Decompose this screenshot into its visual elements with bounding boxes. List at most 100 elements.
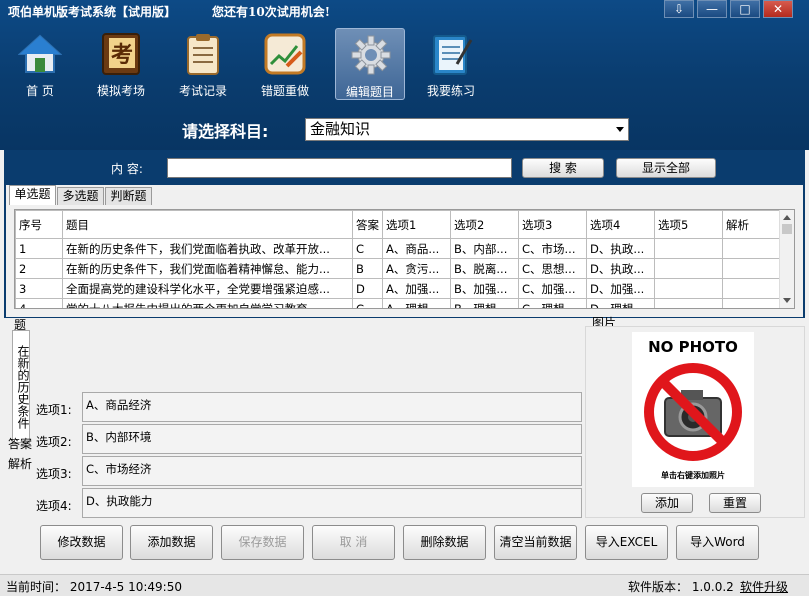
status-bar: 当前时间： 2017-4-5 10:49:50 软件版本： 1.0.0.2 软件… xyxy=(0,574,809,596)
search-label: 内 容: xyxy=(111,162,143,176)
tab-single-choice[interactable]: 单选题 xyxy=(9,185,56,205)
table-row[interactable]: 3 全面提高党的建设科学化水平，全党要增强紧迫感... D A、加强... B、… xyxy=(15,278,781,299)
gear-icon xyxy=(351,35,391,75)
column-header: 选项5 xyxy=(654,210,723,239)
table-row[interactable]: 1 在新的历史条件下，我们党面临着执政、改革开放... C A、商品... B、… xyxy=(15,238,781,259)
toolbar-exam-records[interactable]: 考试记录 xyxy=(168,28,238,100)
toolbar-edit-questions[interactable]: 编辑题目 xyxy=(335,28,405,100)
add-data-button[interactable]: 添加数据 xyxy=(130,525,213,560)
table-cell: A、商品... xyxy=(382,238,451,259)
show-all-button[interactable]: 显示全部 xyxy=(616,158,716,178)
column-header: 题目 xyxy=(62,210,353,239)
modify-data-button[interactable]: 修改数据 xyxy=(40,525,123,560)
toolbar-mock-exam-label: 模拟考场 xyxy=(96,84,145,98)
table-cell: B xyxy=(352,258,383,279)
import-excel-button[interactable]: 导入EXCEL xyxy=(585,525,668,560)
toolbar-home[interactable]: 首 页 xyxy=(5,28,75,100)
vertical-scrollbar[interactable] xyxy=(779,210,794,308)
toolbar-redo-wrong[interactable]: 错题重做 xyxy=(250,28,320,100)
answer-label: 答案 xyxy=(8,437,33,451)
clear-current-data-button[interactable]: 清空当前数据 xyxy=(494,525,577,560)
option2-label: 选项2: xyxy=(36,435,72,449)
scroll-up-icon[interactable] xyxy=(783,215,791,220)
software-upgrade-link[interactable]: 软件升级 xyxy=(740,578,788,595)
question-text-field[interactable]: 在新的历史条件 xyxy=(12,330,30,443)
table-cell: 在新的历史条件下，我们党面临着精神懈怠、能力... xyxy=(62,258,353,279)
column-header: 选项2 xyxy=(450,210,519,239)
option1-field[interactable]: A、商品经济 xyxy=(82,392,582,422)
table-cell xyxy=(722,298,781,308)
save-data-button[interactable]: 保存数据 xyxy=(221,525,304,560)
no-photo-camera-icon xyxy=(644,363,742,461)
table-cell: D、加强... xyxy=(586,278,655,299)
table-cell: C xyxy=(352,238,383,259)
subject-selected-value: 金融知识 xyxy=(310,120,371,138)
table-cell xyxy=(722,278,781,299)
software-version: 软件版本： 1.0.0.2 xyxy=(628,580,734,594)
reset-photo-button[interactable]: 重置 xyxy=(709,493,761,513)
minimize-button[interactable]: — xyxy=(697,0,727,18)
table-cell: B、加强... xyxy=(450,278,519,299)
column-header: 选项3 xyxy=(518,210,587,239)
no-photo-title: NO PHOTO xyxy=(648,338,738,356)
toolbar-exam-records-label: 考试记录 xyxy=(178,84,227,98)
cancel-button[interactable]: 取 消 xyxy=(312,525,395,560)
add-photo-button[interactable]: 添加 xyxy=(641,493,693,513)
table-row[interactable]: 4 党的十八大报告中提出的两个更加自觉学习教育... C A、理想... B、理… xyxy=(15,298,781,308)
option1-label: 选项1: xyxy=(36,403,72,417)
header-bar: 项伯单机版考试系统【试用版】 您还有10次试用机会! ⇩ — □ ✕ 首 页 考… xyxy=(0,0,809,150)
analysis-label: 解析 xyxy=(8,457,33,471)
column-header: 答案 xyxy=(352,210,383,239)
column-header: 选项4 xyxy=(586,210,655,239)
tab-multiple-choice[interactable]: 多选题 xyxy=(57,187,104,205)
svg-text:考: 考 xyxy=(111,43,133,68)
download-icon[interactable]: ⇩ xyxy=(664,0,694,18)
table-row[interactable]: 2 在新的历史条件下，我们党面临着精神懈怠、能力... B A、贪污... B、… xyxy=(15,258,781,279)
home-icon xyxy=(18,34,62,73)
table-cell: 2 xyxy=(15,258,63,279)
chevron-down-icon xyxy=(616,127,624,132)
table-cell: C、加强... xyxy=(518,278,587,299)
option3-field[interactable]: C、市场经济 xyxy=(82,456,582,486)
toolbar-practice[interactable]: 我要练习 xyxy=(416,28,486,100)
table-cell xyxy=(654,278,723,299)
table-cell xyxy=(722,238,781,259)
exam-book-icon: 考 xyxy=(102,33,140,75)
table-cell: A、加强... xyxy=(382,278,451,299)
edit-pencil-icon xyxy=(264,33,306,75)
option2-field[interactable]: B、内部环境 xyxy=(82,424,582,454)
close-button[interactable]: ✕ xyxy=(763,0,793,18)
table-cell: B、理想... xyxy=(450,298,519,308)
table-cell: 党的十八大报告中提出的两个更加自觉学习教育... xyxy=(62,298,353,308)
table-cell xyxy=(722,258,781,279)
table-cell: B、内部... xyxy=(450,238,519,259)
table-cell: C、思想... xyxy=(518,258,587,279)
table-cell: D、执政... xyxy=(586,238,655,259)
option4-field[interactable]: D、执政能力 xyxy=(82,488,582,518)
search-button[interactable]: 搜 索 xyxy=(522,158,604,178)
tab-true-false[interactable]: 判断题 xyxy=(105,187,152,205)
table-cell: D、理想... xyxy=(586,298,655,308)
question-list-panel: 内 容: 搜 索 显示全部 单选题 多选题 判断题 序号 题目 答案 选项1 选… xyxy=(4,150,805,318)
delete-data-button[interactable]: 删除数据 xyxy=(403,525,486,560)
table-cell: B、脱离... xyxy=(450,258,519,279)
subject-select[interactable]: 金融知识 xyxy=(305,118,629,141)
search-bar: 内 容: 搜 索 显示全部 xyxy=(5,151,804,183)
table-cell: C、理想... xyxy=(518,298,587,308)
maximize-button[interactable]: □ xyxy=(730,0,760,18)
current-time: 当前时间： 2017-4-5 10:49:50 xyxy=(6,580,182,594)
search-input[interactable] xyxy=(167,158,512,178)
import-word-button[interactable]: 导入Word xyxy=(676,525,759,560)
scroll-thumb[interactable] xyxy=(782,224,792,234)
table-cell: D xyxy=(352,278,383,299)
notebook-icon xyxy=(433,35,473,75)
column-header: 解析 xyxy=(722,210,781,239)
toolbar-mock-exam[interactable]: 考 模拟考场 xyxy=(86,28,156,100)
table-cell: 4 xyxy=(15,298,63,308)
option3-label: 选项3: xyxy=(36,467,72,481)
question-type-tabs: 单选题 多选题 判断题 序号 题目 答案 选项1 选项2 选项3 选项4 选项5… xyxy=(6,185,803,317)
clipboard-icon xyxy=(187,34,219,75)
photo-placeholder[interactable]: NO PHOTO 单击右键添加照片 xyxy=(632,332,754,487)
scroll-down-icon[interactable] xyxy=(783,298,791,303)
table-cell: 在新的历史条件下，我们党面临着执政、改革开放... xyxy=(62,238,353,259)
